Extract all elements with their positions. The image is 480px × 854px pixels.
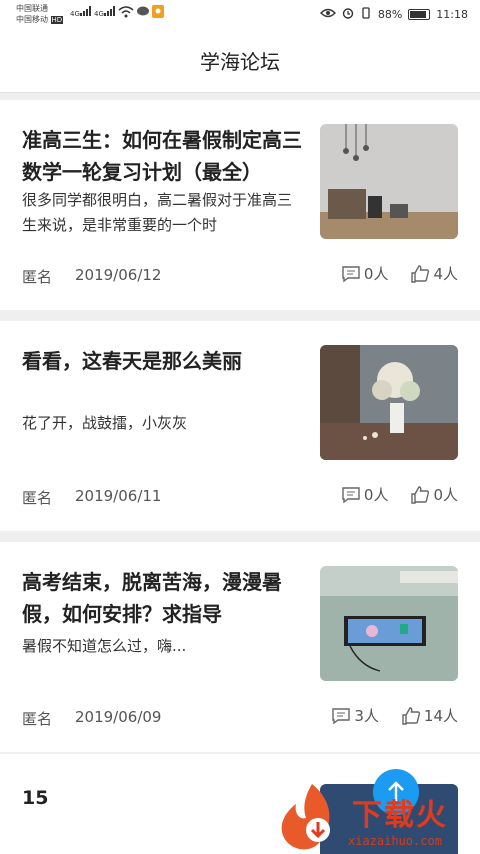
wifi-icon [118,6,134,21]
clock-time: 11:18 [436,8,468,21]
hd-badge: HD [50,16,64,24]
comment-icon [332,707,351,724]
post-excerpt: 花了开，战鼓擂，小灰灰 [22,414,188,432]
post-date: 2019/06/12 [75,266,162,284]
post-author: 匿名 [22,489,53,507]
battery-percent: 88% [377,8,403,21]
like-count[interactable]: 4人 [410,263,458,284]
post-date: 2019/06/09 [75,708,162,726]
post-date: 2019/06/11 [75,487,162,505]
post-thumbnail [320,124,458,239]
status-right: 88% 11:18 [319,7,468,22]
post-thumbnail [320,345,458,460]
watermark-text: 下载火 [352,798,448,833]
comment-count-label: 0人 [363,486,389,504]
like-count-label: 14人 [423,707,458,725]
post-card[interactable]: 高考结束，脱离苦海，漫漫暑假，如何安排？求指导 暑假不知道怎么过，嗨... 匿名… [0,542,480,752]
post-excerpt: 很多同学都很明白，高二暑假对于准高三生来说，是非常重要的一个时 [22,191,293,234]
like-count-label: 4人 [433,265,458,283]
like-count[interactable]: 14人 [401,705,458,726]
post-stats: 3人 14人 [331,705,458,726]
status-bar: 中国联通 中国移动 HD 4G 4G 88% 11:18 [0,0,480,30]
like-count-label: 0人 [433,486,458,504]
notification-icon [152,5,164,21]
comment-count[interactable]: 0人 [341,263,389,284]
post-excerpt: 暑假不知道怎么过，嗨... [22,637,187,655]
post-card[interactable]: 准高三生：如何在暑假制定高三数学一轮复习计划（最全） 很多同学都很明白，高二暑假… [0,100,480,310]
post-title: 高考结束，脱离苦海，漫漫暑假，如何安排？求指导 [22,570,282,626]
post-stats: 0人 0人 [341,484,458,505]
watermark-url: xiazaihuo.com [348,834,442,848]
chat-icon [137,6,149,20]
comment-count[interactable]: 0人 [341,484,389,505]
post-card[interactable]: 看看，这春天是那么美丽 花了开，战鼓擂，小灰灰 匿名 2019/06/11 0人… [0,321,480,531]
thumbs-up-icon [402,706,420,725]
vibrate-icon [360,7,372,22]
post-author: 匿名 [22,268,53,286]
page-title: 学海论坛 [200,50,280,74]
post-title: 看看，这春天是那么美丽 [22,349,242,373]
comment-icon [342,265,360,282]
post-stats: 0人 4人 [341,263,458,284]
comment-count-label: 3人 [354,707,379,725]
thumbs-up-icon [411,264,430,283]
post-author: 匿名 [22,710,53,728]
carrier-1: 中国联通 [16,4,48,13]
thumbs-up-icon [411,485,430,504]
carrier-labels: 中国联通 中国移动 HD [16,3,64,26]
eye-icon [319,8,336,21]
comment-icon [342,486,360,503]
battery-icon [408,9,431,20]
flame-logo-icon [281,784,330,850]
signal-icon-2: 4G [94,6,118,19]
like-count[interactable]: 0人 [410,484,458,505]
post-title: 15 [22,787,49,809]
comment-count-label: 0人 [363,265,389,283]
app-header: 学海论坛 [0,30,480,93]
carrier-2: 中国移动 HD [16,15,64,24]
alarm-icon [342,7,354,22]
comment-count[interactable]: 3人 [331,705,379,726]
signal-icon: 4G [70,6,94,19]
post-title: 准高三生：如何在暑假制定高三数学一轮复习计划（最全） [22,128,302,184]
watermark: 下载火 xiazaihuo.com [272,780,480,854]
post-thumbnail [320,566,458,681]
